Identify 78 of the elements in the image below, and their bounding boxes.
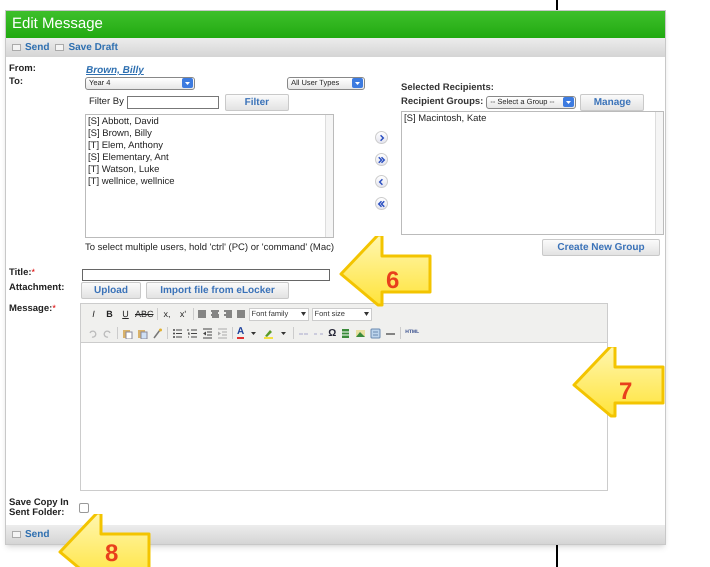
move-button[interactable] [374, 153, 388, 166]
format-button[interactable]: x' [176, 308, 190, 320]
highlighter-icon [263, 328, 274, 338]
bullet-list-icon [172, 328, 183, 338]
field-label: Title: [9, 267, 32, 278]
required-mark: * [32, 267, 36, 278]
toolbar-button[interactable]: Save Draft [55, 40, 118, 55]
media-icon [370, 328, 382, 338]
undo-icon [87, 328, 98, 338]
import-button[interactable]: Import file from eLocker [146, 282, 289, 299]
caret-icon [364, 312, 369, 316]
brush-icon [152, 328, 163, 338]
chevron-icon [376, 198, 387, 210]
list-item[interactable]: [T] Watson, Luke [88, 164, 162, 176]
section-heading: Selected Recipients: [401, 81, 495, 93]
redo-icon [102, 328, 113, 338]
move-button[interactable] [374, 175, 388, 188]
required-mark: * [52, 303, 56, 314]
move-button[interactable] [374, 131, 388, 144]
align-icon [236, 309, 246, 319]
field-label: Attachment: [9, 282, 64, 293]
list-item[interactable]: [T] wellnice, wellnice [88, 176, 177, 188]
checkbox[interactable] [79, 503, 89, 513]
table-icon [340, 328, 352, 338]
envelope-icon [55, 43, 64, 52]
field-label: Filter By [89, 94, 124, 109]
scrollbar[interactable] [325, 115, 333, 237]
format-button[interactable]: U [119, 308, 132, 320]
list-item[interactable]: [S] Abbott, David [88, 116, 161, 128]
format-button[interactable]: B [103, 308, 116, 320]
list-item[interactable]: [S] Elementary, Ant [88, 152, 171, 164]
move-button[interactable] [374, 197, 388, 210]
field-label: Message: [9, 303, 52, 314]
create-group-button[interactable]: Create New Group [542, 239, 660, 256]
filter-button[interactable]: Filter [224, 94, 289, 110]
filter-field[interactable] [126, 96, 219, 108]
image-icon [355, 328, 366, 338]
special-character-button[interactable]: Ω [328, 326, 336, 340]
upload-button[interactable]: Upload [81, 282, 141, 299]
caret-icon [182, 78, 193, 88]
align-icon [222, 309, 233, 319]
indent-icon [217, 328, 228, 338]
callout-number: 8 [105, 540, 118, 567]
list-item[interactable]: [S] Macintosh, Kate [404, 113, 488, 125]
callout-number: 7 [619, 378, 632, 405]
hint-text: To select multiple users, hold 'ctrl' (PC) or 'command' (Mac) [85, 241, 336, 255]
scrollbar[interactable] [655, 112, 663, 234]
user-list[interactable]: [S] Abbott, David [S] Brown, Billy [T] Elem, Anthony [S] Elementary, Ant [T] Watson, Luke [T] wellnice, wellnice [85, 114, 334, 238]
field-label: Recipient Groups: [401, 94, 484, 109]
manage-button[interactable]: Manage [580, 94, 644, 110]
font-color-button[interactable]: A [237, 327, 244, 339]
numbered-list-icon [187, 328, 198, 338]
align-icon [210, 309, 220, 319]
title-field[interactable] [82, 268, 330, 280]
field-label: To: [9, 76, 24, 87]
format-button[interactable]: I [87, 308, 100, 320]
callout-number: 6 [386, 267, 400, 294]
format-button[interactable]: ABC [135, 308, 154, 320]
list-item[interactable]: [S] Brown, Billy [88, 128, 154, 140]
recipient-list[interactable]: [S] Macintosh, Kate [401, 111, 664, 235]
caret-icon [300, 312, 306, 316]
align-icon [196, 309, 207, 319]
clipboard-icon [137, 328, 148, 338]
field-label: Save Copy In Sent Folder: [9, 498, 70, 518]
toolbar-button[interactable]: Send [12, 40, 50, 55]
caret-icon [352, 78, 364, 88]
envelope-icon [12, 530, 21, 539]
window-title: Edit Message [12, 14, 103, 34]
field-label: From: [9, 63, 36, 74]
caret-icon [563, 97, 574, 107]
envelope-icon [12, 43, 21, 52]
send-button[interactable]: Send [12, 527, 50, 542]
outdent-icon [202, 328, 213, 338]
list-item[interactable]: [T] Elem, Anthony [88, 140, 165, 152]
chevron-icon [376, 154, 387, 166]
format-button[interactable]: x, [160, 308, 174, 320]
sender-link[interactable]: Brown, Billy [86, 65, 144, 76]
clipboard-icon [122, 328, 133, 338]
